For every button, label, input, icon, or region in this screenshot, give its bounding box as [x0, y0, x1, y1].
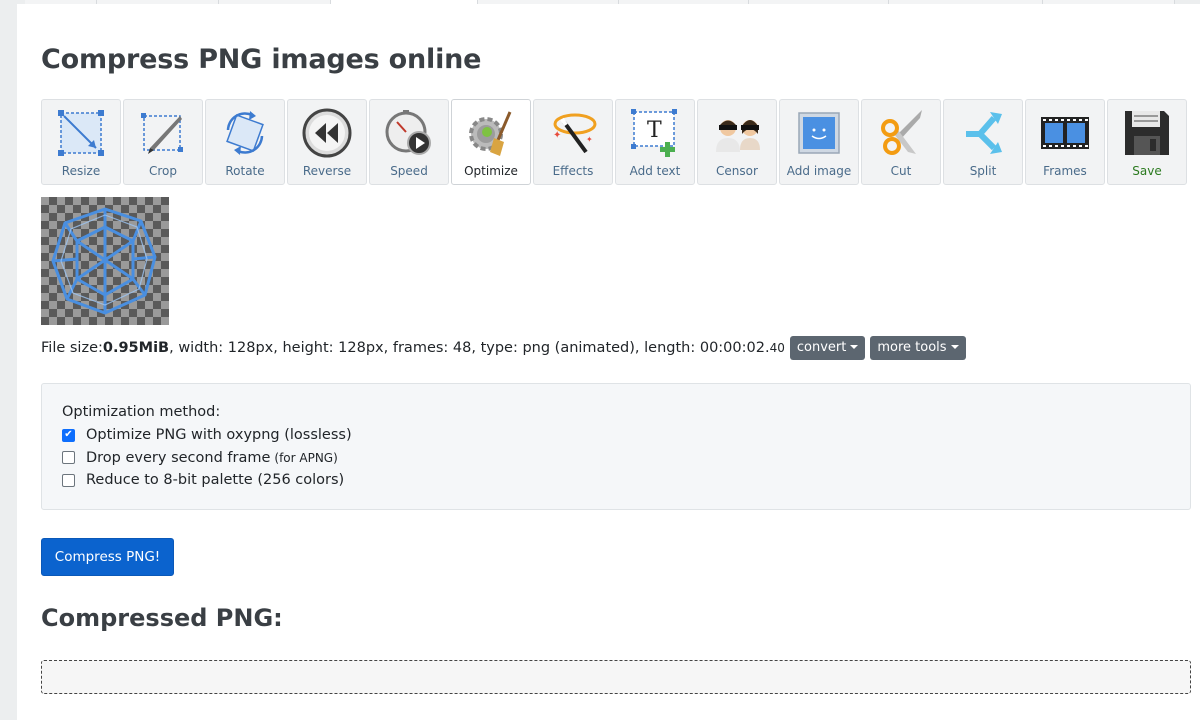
censor-icon [711, 107, 763, 159]
tool-save[interactable]: Save [1107, 99, 1187, 185]
rotate-icon [219, 107, 271, 159]
tool-resize[interactable]: Resize [41, 99, 121, 185]
file-length-small: 40 [769, 341, 785, 355]
image-preview [41, 197, 169, 325]
tool-label: Add image [786, 164, 852, 178]
page-title: Compress PNG images online [41, 44, 482, 75]
tool-label: Crop [148, 164, 177, 178]
option-8bit-palette[interactable]: Reduce to 8-bit palette (256 colors) [62, 469, 1170, 492]
add-image-icon [793, 107, 845, 159]
tool-add-text[interactable]: T Add text [615, 99, 695, 185]
tool-censor[interactable]: Censor [697, 99, 777, 185]
tool-label: Reverse [302, 164, 352, 178]
tool-speed[interactable]: Speed [369, 99, 449, 185]
tool-cut[interactable]: Cut [861, 99, 941, 185]
tool-label: Rotate [225, 164, 265, 178]
tool-reverse[interactable]: Reverse [287, 99, 367, 185]
crop-icon [137, 107, 189, 159]
optimize-icon [465, 107, 517, 159]
svg-text:T: T [647, 118, 662, 143]
tool-label: Cut [890, 164, 912, 178]
tool-toolbar: Resize Crop Rotate Reverse Speed Optimiz… [41, 99, 1189, 187]
compress-button[interactable]: Compress PNG! [41, 538, 174, 576]
tool-label: Split [969, 164, 997, 178]
option-label: Optimize PNG with oxypng (lossless) [86, 427, 352, 444]
tool-label: Resize [61, 164, 101, 178]
caret-down-icon [950, 345, 959, 349]
tool-label: Add text [629, 164, 681, 178]
resize-icon [55, 107, 107, 159]
checkbox-drop-frames[interactable] [62, 451, 75, 465]
tool-effects[interactable]: ✦ ✦ Effects [533, 99, 613, 185]
tool-label: Save [1132, 164, 1162, 178]
option-label: Drop every second frame [86, 449, 271, 466]
tool-label: Speed [390, 164, 428, 178]
svg-text:✦: ✦ [586, 135, 593, 144]
reverse-icon [301, 107, 353, 159]
tool-label: Censor [716, 164, 758, 178]
more-tools-label: more tools [877, 340, 947, 355]
result-title: Compressed PNG: [41, 604, 283, 632]
result-output-box [41, 660, 1191, 694]
convert-label: convert [796, 340, 847, 355]
optimization-heading: Optimization method: [62, 404, 221, 420]
effects-icon: ✦ ✦ [547, 107, 599, 159]
split-icon [957, 107, 1009, 159]
file-size-value: 0.95MiB [102, 340, 170, 356]
option-drop-frames[interactable]: Drop every second frame (for APNG) [62, 447, 1170, 470]
tool-crop[interactable]: Crop [123, 99, 203, 185]
tool-split[interactable]: Split [943, 99, 1023, 185]
check-icon: ✔ [64, 429, 73, 441]
option-note: (for APNG) [274, 450, 338, 465]
tool-label: Frames [1043, 164, 1087, 178]
save-icon [1121, 107, 1173, 159]
caret-down-icon [850, 345, 859, 349]
tool-rotate[interactable]: Rotate [205, 99, 285, 185]
tool-frames[interactable]: Frames [1025, 99, 1105, 185]
frames-icon [1039, 107, 1091, 159]
tool-optimize[interactable]: Optimize [451, 99, 531, 185]
file-size-label: File size: [41, 340, 103, 356]
convert-dropdown[interactable]: convert [789, 336, 866, 360]
svg-text:✦: ✦ [553, 130, 561, 141]
checkbox-oxypng[interactable]: ✔ [62, 428, 75, 442]
add-text-icon: T [629, 107, 681, 159]
file-info: File size: 0.95MiB , width: 128px, heigh… [41, 336, 966, 360]
tool-label: Effects [552, 164, 594, 178]
polyhedron-image [51, 207, 157, 315]
cut-icon [875, 107, 927, 159]
tool-label: Optimize [464, 164, 518, 178]
file-details: , width: 128px, height: 128px, frames: 4… [169, 340, 770, 356]
optimization-options-panel: Optimization method: ✔ Optimize PNG with… [41, 383, 1191, 510]
more-tools-dropdown[interactable]: more tools [870, 336, 966, 360]
tool-add-image[interactable]: Add image [779, 99, 859, 185]
option-oxypng[interactable]: ✔ Optimize PNG with oxypng (lossless) [62, 424, 1170, 447]
checkbox-8bit-palette[interactable] [62, 473, 75, 487]
option-label: Reduce to 8-bit palette (256 colors) [86, 472, 345, 489]
speed-icon [383, 107, 435, 159]
